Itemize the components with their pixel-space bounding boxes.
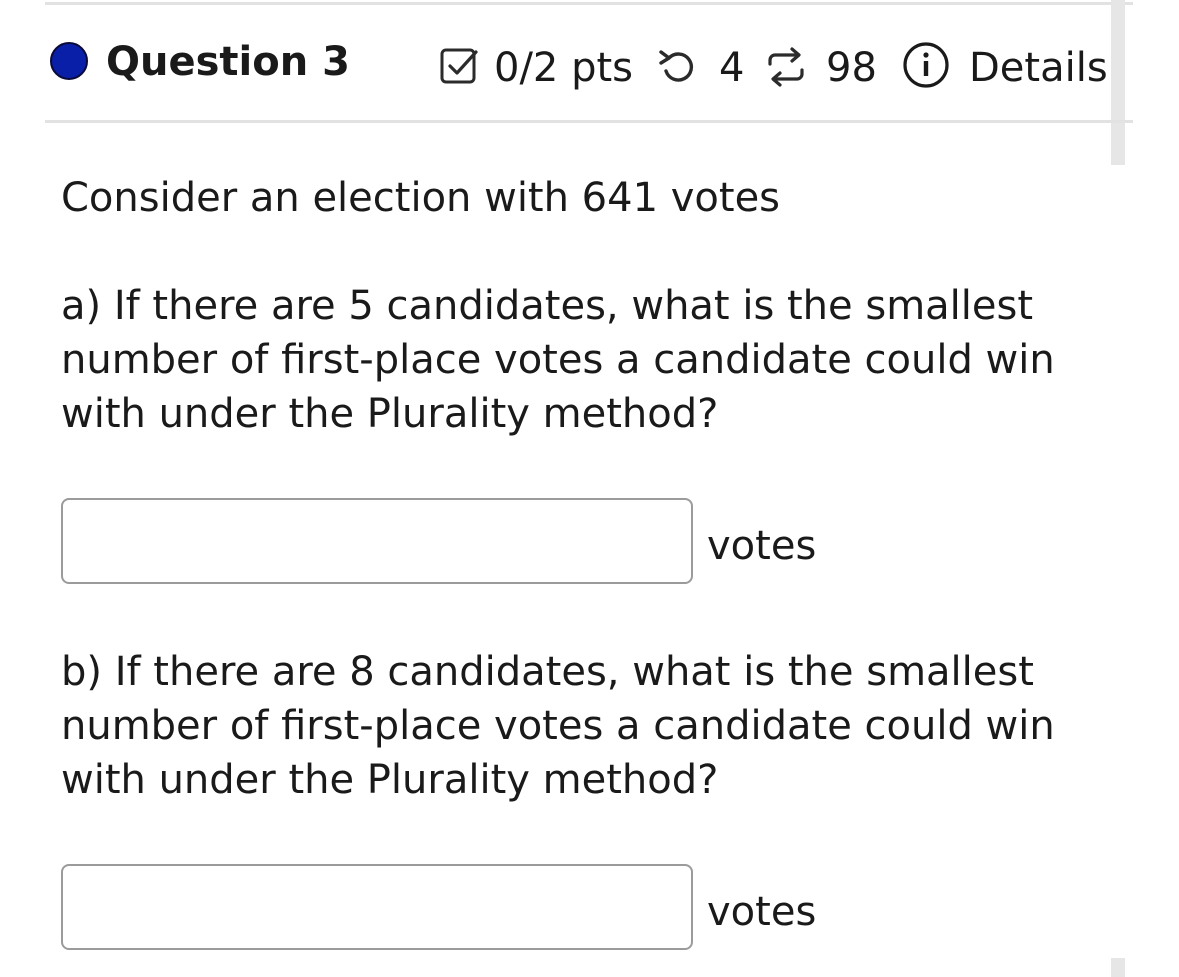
- part-b-line: with under the Plurality method?: [61, 757, 719, 803]
- part-b-line: number of first-place votes a candidate …: [61, 703, 1055, 749]
- part-a-line: number of first-place votes a candidate …: [61, 337, 1055, 383]
- part-a-line: with under the Plurality method?: [61, 391, 719, 437]
- part-a-line: a) If there are 5 candidates, what is th…: [61, 283, 1034, 329]
- info-icon[interactable]: [901, 40, 951, 94]
- header-divider: [45, 120, 1133, 123]
- points-score: 0/2 pts: [494, 45, 634, 91]
- attempts-icon: [764, 46, 808, 92]
- scrollbar-track[interactable]: [1111, 0, 1125, 165]
- part-b-unit-label: votes: [707, 889, 817, 935]
- scrollbar-track-bottom[interactable]: [1111, 958, 1125, 977]
- part-a-answer-input[interactable]: [61, 498, 693, 584]
- question-status-dot: [50, 42, 88, 80]
- top-divider: [45, 2, 1133, 5]
- part-b-answer-input[interactable]: [61, 864, 693, 950]
- checkbox-icon: [439, 46, 481, 92]
- retries-count: 4: [719, 45, 745, 91]
- attempts-count: 98: [826, 45, 877, 91]
- retry-icon: [657, 46, 701, 92]
- details-link[interactable]: Details: [969, 44, 1108, 92]
- part-b-line: b) If there are 8 candidates, what is th…: [61, 649, 1034, 695]
- question-title: Question 3: [106, 39, 350, 85]
- question-intro: Consider an election with 641 votes: [61, 175, 781, 221]
- part-a-unit-label: votes: [707, 523, 817, 569]
